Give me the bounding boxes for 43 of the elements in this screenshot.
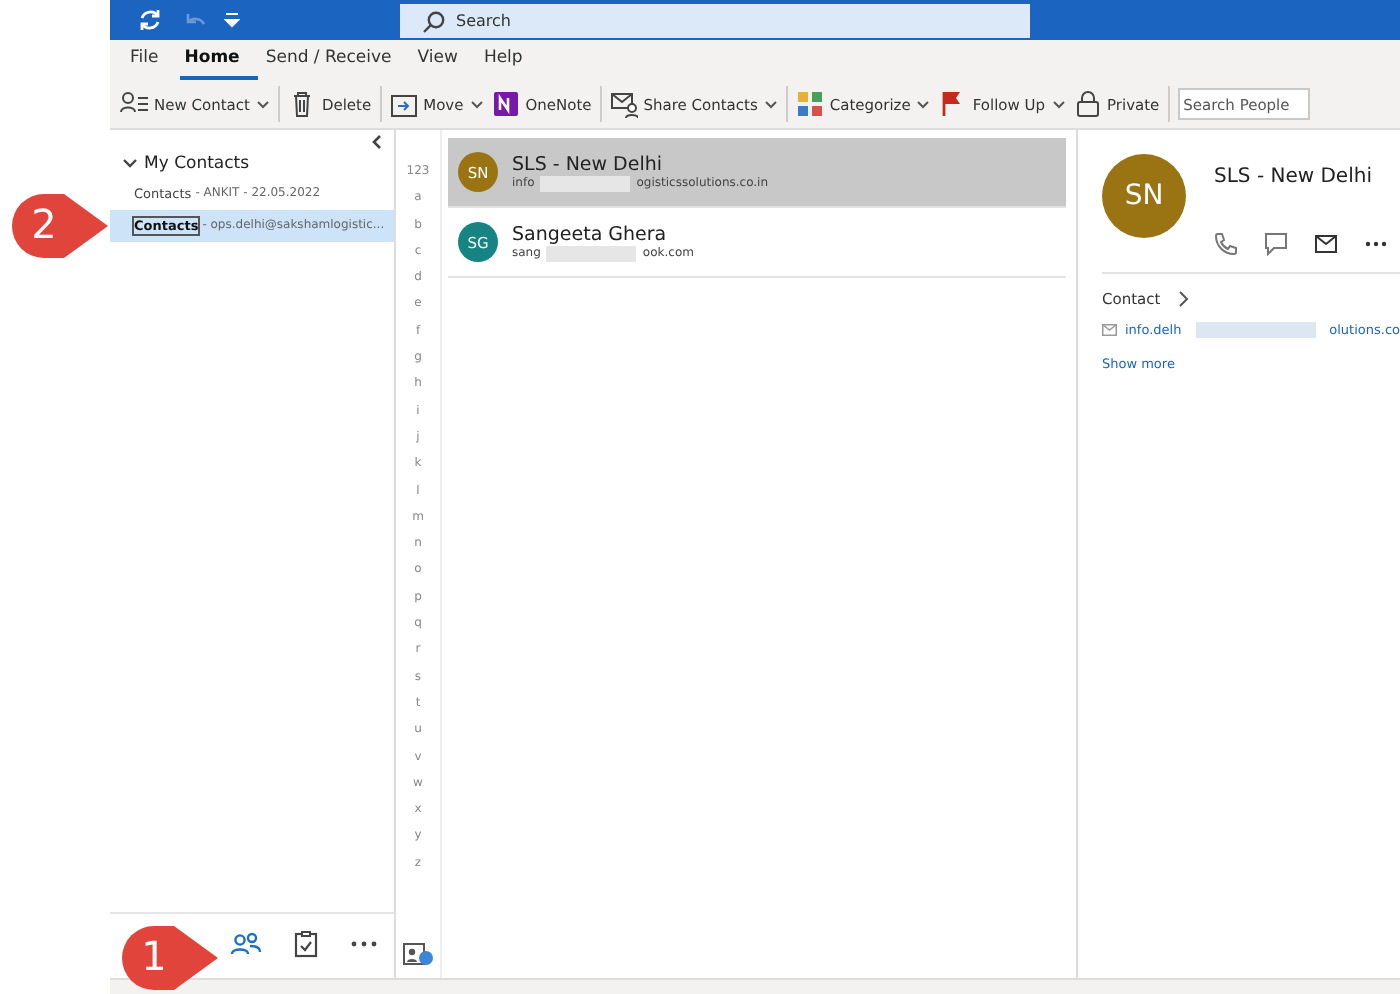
notebook-icon: [491, 90, 520, 118]
contact-name: Sangeeta Ghera: [512, 223, 669, 245]
ribbon-tab[interactable]: Help: [479, 48, 541, 80]
search-field[interactable]: Search: [400, 3, 1030, 37]
search-icon: [422, 9, 446, 33]
callout-number: 1: [139, 932, 169, 980]
chevron-down-icon: [122, 158, 138, 170]
caret-icon: [1051, 99, 1066, 109]
ribbon-tab[interactable]: Send / Receive: [261, 48, 410, 80]
redaction-blur: [546, 245, 637, 261]
caret-icon: [763, 99, 778, 109]
collapse-icon: [370, 134, 382, 150]
caret-icon: [916, 99, 931, 109]
mail-icon: [1102, 322, 1117, 338]
ribbon-tab[interactable]: File: [126, 48, 177, 80]
color-grid-icon: [795, 90, 824, 118]
sync-icon: [136, 6, 164, 34]
callout-marker: [120, 924, 220, 992]
avatar: SN: [1102, 154, 1186, 238]
ribbon-tab[interactable]: View: [413, 48, 476, 80]
callout-marker: [10, 192, 110, 260]
chevron-right-icon: [1178, 290, 1191, 308]
contact-card-globe-icon: [402, 942, 434, 966]
lock-icon: [1073, 90, 1102, 118]
callout-number: 2: [29, 200, 59, 248]
people-icon: [230, 930, 262, 958]
phone-icon: [1214, 232, 1238, 256]
folder-group-header[interactable]: My Contacts: [110, 150, 394, 178]
contact-name: SLS - New Delhi: [512, 153, 665, 175]
chat-icon: [1264, 232, 1288, 256]
redaction-blur: [1195, 322, 1316, 338]
caret-icon: [255, 99, 270, 109]
ribbon-tab[interactable]: Home: [180, 48, 258, 80]
clipboard-check-icon: [294, 930, 318, 958]
contact-name: SLS - New Delhi: [1214, 164, 1374, 188]
more-icon: [1364, 240, 1388, 248]
caret-icon: [469, 99, 484, 109]
dropdown-icon: [224, 10, 240, 30]
person-list-icon: [120, 90, 148, 118]
mail-icon: [1314, 234, 1338, 254]
more-icon: [350, 940, 378, 948]
envelope-person-icon: [609, 90, 638, 118]
redaction-blur: [540, 175, 631, 191]
